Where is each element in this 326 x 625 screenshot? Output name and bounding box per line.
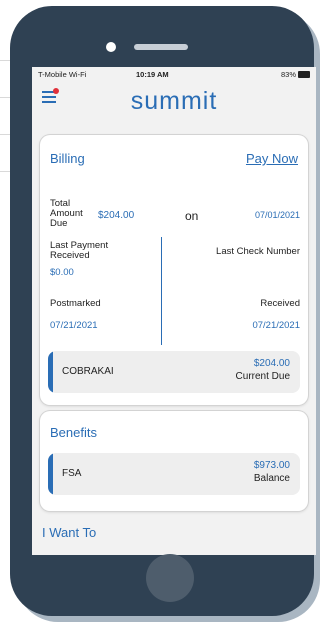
on-label: on bbox=[185, 209, 199, 223]
received-label: Received bbox=[260, 298, 300, 309]
app-logo: summit bbox=[130, 87, 218, 115]
total-amount-value: $204.00 bbox=[98, 210, 135, 221]
last-check-number-label: Last Check Number bbox=[216, 246, 300, 257]
postmarked-value: 07/21/2021 bbox=[50, 320, 98, 331]
benefit-name: FSA bbox=[62, 468, 82, 479]
last-payment-value: $0.00 bbox=[50, 267, 74, 278]
benefit-amount: $973.00 bbox=[253, 460, 290, 471]
home-button[interactable] bbox=[146, 554, 194, 602]
status-time: 10:19 AM bbox=[136, 70, 169, 79]
speaker-grille bbox=[134, 44, 188, 50]
i-want-to-heading[interactable]: I Want To bbox=[42, 525, 96, 540]
postmarked-label: Postmarked bbox=[50, 298, 101, 309]
account-name: COBRAKAI bbox=[62, 366, 114, 377]
phone-screen: T-Mobile Wi-Fi 10:19 AM 83% summit Billi… bbox=[32, 67, 316, 555]
camera-icon bbox=[106, 42, 116, 52]
due-date: 07/01/2021 bbox=[254, 210, 300, 220]
battery-icon bbox=[298, 70, 310, 78]
accent-bar bbox=[48, 453, 53, 495]
billing-title: Billing bbox=[50, 151, 85, 166]
received-value: 07/21/2021 bbox=[252, 320, 300, 331]
phone-frame: T-Mobile Wi-Fi 10:19 AM 83% summit Billi… bbox=[10, 6, 316, 616]
account-amount: $204.00 bbox=[253, 358, 290, 369]
status-bar: T-Mobile Wi-Fi 10:19 AM 83% bbox=[32, 67, 316, 81]
benefit-sub-label: Balance bbox=[253, 473, 290, 484]
battery-percent: 83% bbox=[280, 69, 296, 79]
billing-card: Billing Pay Now Total Amount Due $204.00… bbox=[40, 135, 308, 405]
total-amount-due-label: Total Amount Due bbox=[50, 198, 83, 229]
accent-bar bbox=[48, 351, 53, 393]
last-payment-label: Last Payment Received bbox=[50, 240, 109, 261]
benefits-title: Benefits bbox=[50, 425, 97, 440]
battery-status: 83% bbox=[281, 70, 310, 79]
benefits-card: Benefits FSA $973.00 Balance bbox=[40, 411, 308, 511]
app-header: summit bbox=[32, 81, 316, 119]
pay-now-link[interactable]: Pay Now bbox=[246, 151, 298, 166]
account-sub-label: Current Due bbox=[235, 371, 290, 382]
column-divider bbox=[161, 237, 162, 345]
account-item[interactable]: COBRAKAI $204.00 Current Due bbox=[48, 351, 300, 393]
benefit-item-fsa[interactable]: FSA $973.00 Balance bbox=[48, 453, 300, 495]
